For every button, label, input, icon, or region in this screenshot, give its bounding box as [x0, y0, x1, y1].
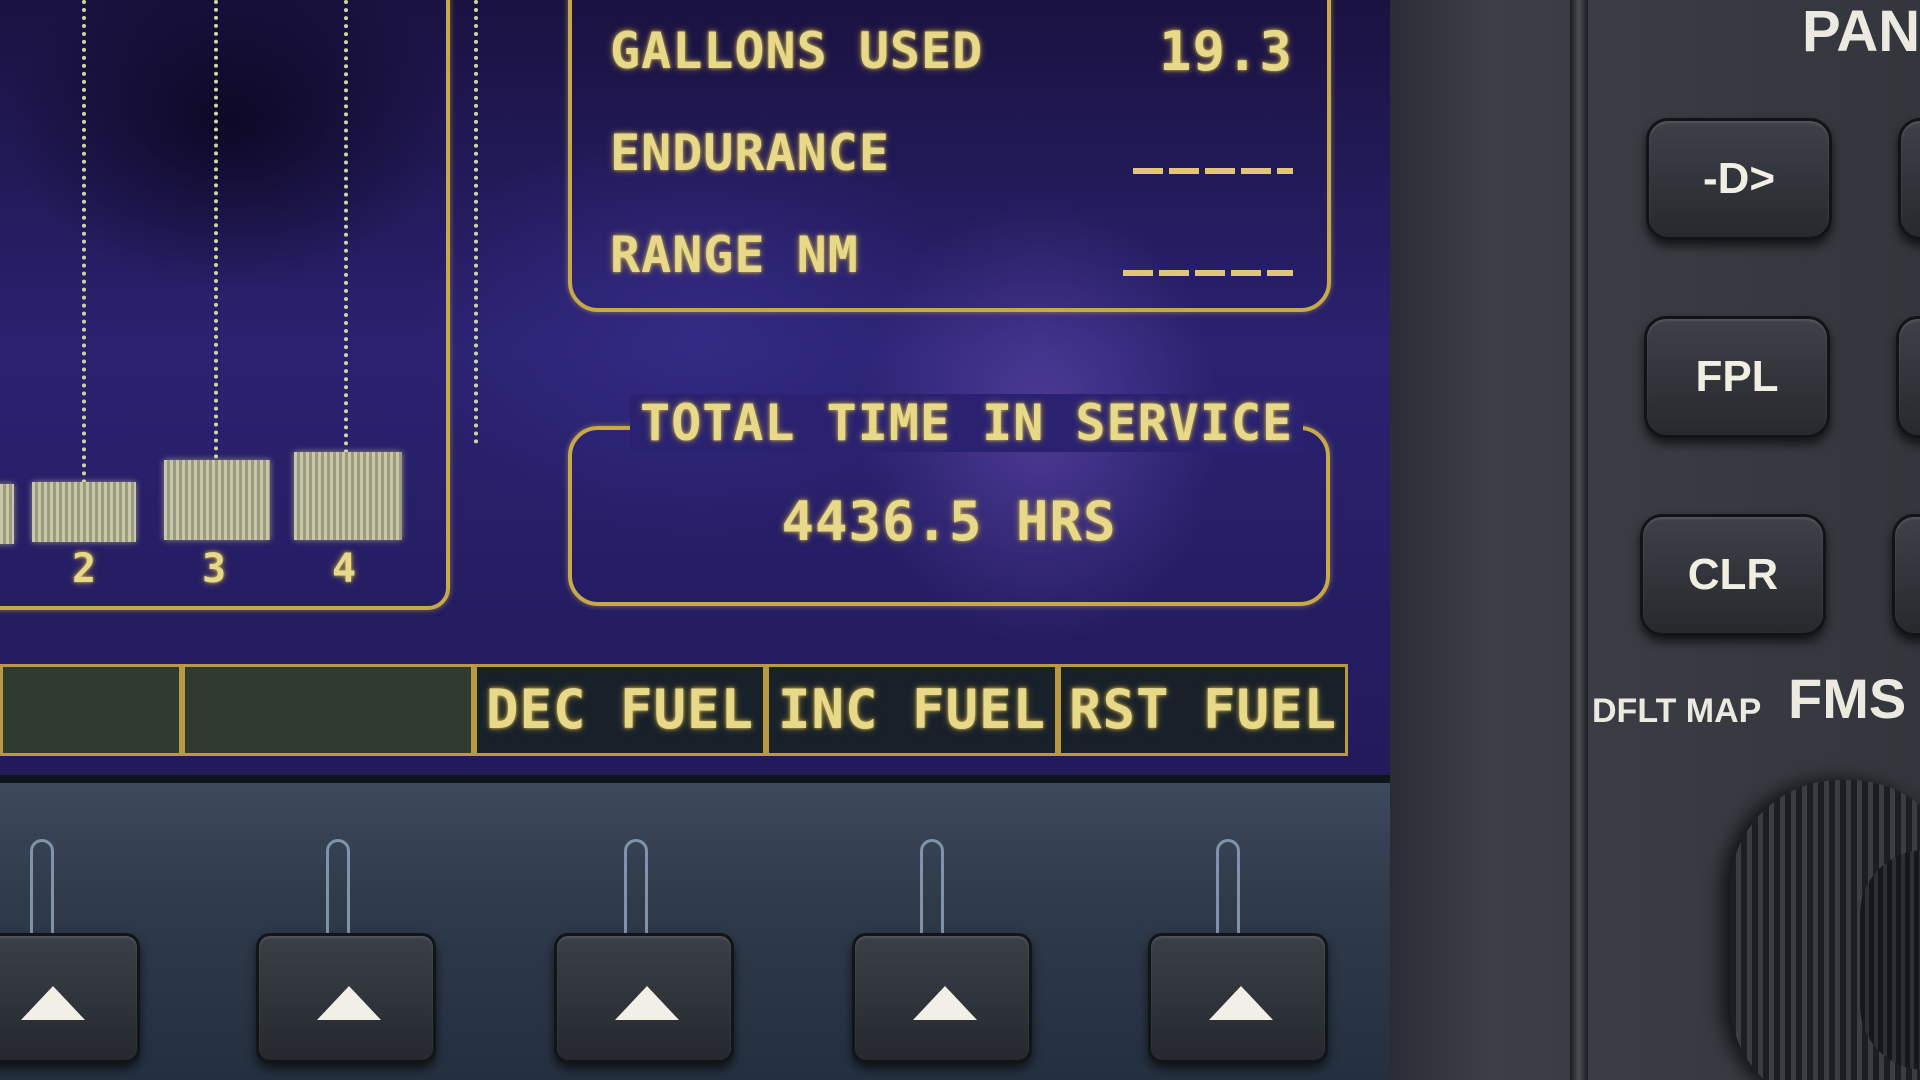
bar-block [32, 482, 136, 542]
ent-button[interactable] [1892, 514, 1920, 636]
fms-label: FMS [1788, 667, 1907, 730]
softkey-label-1 [0, 664, 182, 756]
bar-label: 3 [202, 546, 228, 592]
triangle-up-icon [615, 986, 679, 1020]
fms-inner-knob[interactable] [1860, 850, 1920, 1070]
direct-to-button[interactable]: -D> [1646, 118, 1832, 240]
pan-label: PAN [1802, 0, 1920, 64]
range-dashes [1123, 270, 1293, 276]
bar-block [0, 484, 14, 544]
bar-block [294, 452, 402, 540]
total-time-title: TOTAL TIME IN SERVICE [630, 394, 1304, 452]
triangle-up-icon [913, 986, 977, 1020]
bar-indicator-line [82, 0, 86, 484]
dflt-map-label: DFLT MAP [1592, 692, 1762, 730]
softkey-label-rst-fuel: RST FUEL [1058, 664, 1348, 756]
bar-label: 2 [72, 546, 98, 592]
softkey-button-1[interactable] [0, 933, 140, 1063]
total-time-value: 4436.5 HRS [781, 490, 1117, 553]
gallons-used-label: GALLONS USED [610, 22, 984, 80]
clr-button[interactable]: CLR [1640, 514, 1826, 636]
range-label: RANGE NM [610, 226, 859, 284]
endurance-label: ENDURANCE [610, 124, 890, 182]
softkey-button-2[interactable] [256, 933, 436, 1063]
softkey-label-inc-fuel: INC FUEL [766, 664, 1058, 756]
softkey-label-dec-fuel: DEC FUEL [474, 664, 766, 756]
bar-indicator-line [214, 0, 218, 459]
softkey-button-dec-fuel[interactable] [554, 933, 734, 1063]
bottom-bezel [0, 775, 1490, 1080]
softkey-button-inc-fuel[interactable] [852, 933, 1032, 1063]
menu-button[interactable] [1898, 118, 1920, 240]
bar-indicator-line [344, 0, 348, 454]
fms-knob[interactable] [1730, 780, 1920, 1080]
triangle-up-icon [317, 986, 381, 1020]
bar-graph-panel: 2 3 4 [0, 0, 478, 610]
triangle-up-icon [21, 986, 85, 1020]
mfd-display: 2 3 4 GALLONS USED 19.3 ENDURANCE RANGE … [0, 0, 1390, 775]
total-time-in-service-box: TOTAL TIME IN SERVICE 4436.5 HRS [568, 394, 1330, 606]
endurance-dashes [1133, 168, 1293, 174]
bezel-divider [1570, 0, 1588, 1080]
proc-button[interactable] [1896, 316, 1920, 438]
bar-block [164, 460, 270, 540]
fuel-info-panel: GALLONS USED 19.3 ENDURANCE RANGE NM [568, 0, 1331, 312]
triangle-up-icon [1209, 986, 1273, 1020]
softkey-label-bar: DEC FUEL INC FUEL RST FUEL [0, 664, 1360, 756]
gallons-used-value: 19.3 [1158, 20, 1293, 83]
softkey-button-rst-fuel[interactable] [1148, 933, 1328, 1063]
softkey-label-2 [182, 664, 474, 756]
fpl-button[interactable]: FPL [1644, 316, 1830, 438]
bar-indicator-line [474, 0, 478, 444]
bar-label: 4 [332, 546, 358, 592]
